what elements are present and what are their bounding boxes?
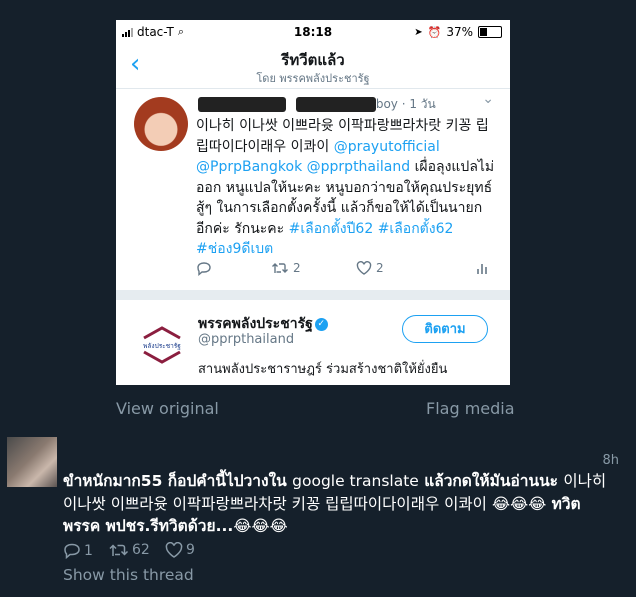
view-original-link[interactable]: View original [116,399,219,418]
retweet-icon [109,544,129,556]
retweet-icon [272,263,288,273]
show-thread-link[interactable]: Show this thread [63,566,194,584]
like-action[interactable]: 2 [356,261,384,275]
verified-icon: ✓ [314,317,328,331]
reply-icon [64,543,80,559]
hashtag-link[interactable]: #เลือกตั้ง62 [378,221,454,237]
laughing-emoji: 😂😂😂 [491,494,547,513]
reply-text-bold: ขำหนักมาก55 ก็อปคำนี้ไปวางใน [63,472,293,490]
mention-link[interactable]: @prayutofficial [334,139,440,155]
tweet-header: boy · 1 วัน [198,95,436,114]
like-count: 2 [376,261,384,275]
tweet-time: · 1 วัน [401,97,436,111]
reply-icon[interactable] [196,261,212,276]
phone-nav-bar: ‹ รีทวีตแล้ว โดย พรรคพลังประชารัฐ [116,44,510,89]
mention-link[interactable]: @pprpthailand [307,159,410,175]
embedded-screenshot[interactable]: dtac-T ⌕ 18:18 ➤ ⏰ 37% ‹ รีทวีตแล้ว โดย … [116,20,510,385]
retweet-action[interactable]: 2 [271,261,301,275]
nav-subtitle: โดย พรรคพลังประชารัฐ [256,72,370,85]
retweet-action[interactable]: 62 [108,542,150,558]
tweet-handle-tail: boy [375,97,398,111]
like-action[interactable]: 9 [165,542,195,558]
flag-media-link[interactable]: Flag media [426,399,515,418]
heart-icon [356,261,372,275]
retweeted-tweet[interactable]: boy · 1 วัน ⌄ 이나히 이나쌋 이쁘라윳 이팍파랑쁘라차랏 키꽁 립… [116,89,510,289]
reply-text-bold: แล้วกดให้มันอ่านนะ [418,472,564,490]
location-icon: ➤ [414,26,423,38]
redacted-name [198,97,286,112]
reply-avatar[interactable] [7,437,57,487]
svg-text:พลังประชารัฐ: พลังประชารัฐ [143,342,181,350]
follow-button[interactable]: ติดตาม [402,315,488,343]
reply-text-plain: google translate [292,472,419,490]
tweet-body: 이나히 이나쌋 이쁘라윳 이팍파랑쁘라차랏 키꽁 립립따이다이래우 이콰이 @p… [196,116,496,260]
party-logo: พลังประชารัฐ [143,326,181,364]
mention-link[interactable]: @PprpBangkok [196,159,302,175]
account-name: พรรคพลังประชารัฐ [198,316,313,332]
heart-icon [165,542,183,558]
reply-action[interactable]: 1 [63,542,93,559]
account-handle: @pprpthailand [198,332,295,347]
retweet-count: 2 [293,261,301,275]
account-card[interactable]: พลังประชารัฐ พรรคพลังประชารัฐ ✓ @pprpthai… [116,300,510,385]
tweet-actions: 2 2 [196,261,496,281]
redacted-handle [295,97,376,112]
tweet-avatar[interactable] [134,97,188,151]
analytics-icon[interactable] [476,261,488,275]
retweet-count: 62 [132,542,150,558]
phone-status-bar: dtac-T ⌕ 18:18 ➤ ⏰ 37% [116,20,510,44]
hashtag-link[interactable]: #เลือกตั้งปี62 [289,221,374,237]
battery-icon [478,26,502,38]
reply-text: ขำหนักมาก55 ก็อปคำนี้ไปวางใน google tran… [63,470,623,538]
reply-timestamp[interactable]: 8h [602,453,619,468]
reply-count: 1 [84,542,93,559]
battery-percent: 37% [446,25,473,39]
divider [116,290,510,300]
laughing-emoji: 😂😂😂 [233,517,288,535]
account-bio: สานพลังประชาราษฎร์ ร่วมสร้างชาติให้ยั่งย… [198,362,448,377]
chevron-down-icon[interactable]: ⌄ [482,91,494,107]
hashtag-link[interactable]: #ช่อง9ดีเบต [196,241,273,257]
alarm-icon: ⏰ [427,25,442,39]
like-count: 9 [186,542,195,558]
